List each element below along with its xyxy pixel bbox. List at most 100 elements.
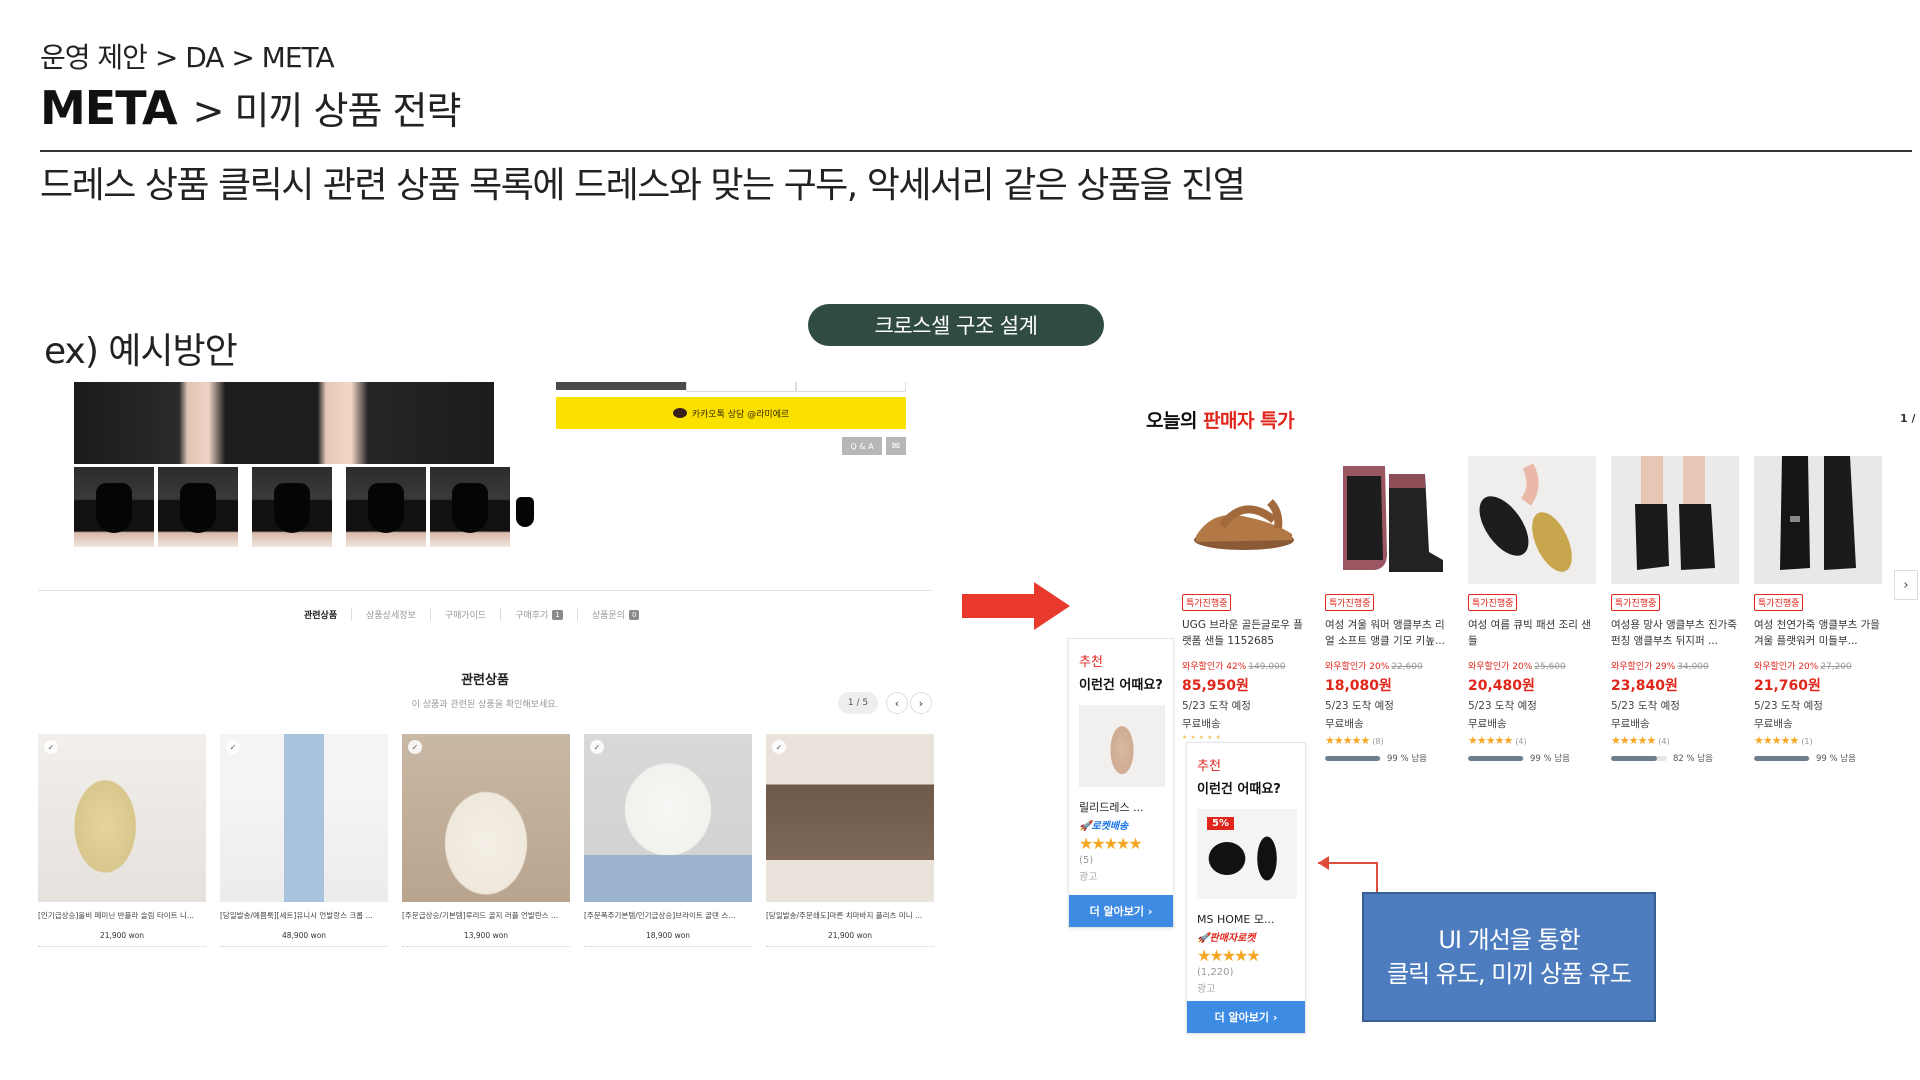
product-image[interactable] <box>1182 456 1310 584</box>
option-tab-active[interactable] <box>556 382 686 390</box>
product-thumbnail[interactable] <box>514 467 536 547</box>
learn-more-button[interactable]: 더 알아보기 › <box>1069 895 1173 927</box>
product-name[interactable]: 여성 겨울 워머 앵클부츠 리얼 소프트 앵클 기모 키높... <box>1325 617 1453 649</box>
learn-more-label: 더 알아보기 <box>1089 905 1145 918</box>
review-count: (1) <box>1801 737 1813 746</box>
example-label: ex) 예시방안 <box>44 331 238 372</box>
ad-product-image[interactable]: 5% <box>1197 809 1297 899</box>
stock-bar <box>1325 755 1381 761</box>
ad-label: 광고 <box>1079 872 1098 883</box>
review-count: (4) <box>1658 737 1670 746</box>
deal-card[interactable]: 특가진행중 여성 여름 큐빅 패션 조리 샌들 와우할인가 20% 25,600 … <box>1468 456 1596 764</box>
product-image[interactable]: ✓ <box>220 734 388 902</box>
product-image[interactable]: ✓ <box>584 734 752 902</box>
product-image[interactable] <box>1754 456 1882 584</box>
seller-rocket-badge: 🚀판매자로켓 <box>1197 929 1305 944</box>
product-thumbnail[interactable] <box>346 467 426 547</box>
option-tab[interactable] <box>796 382 906 392</box>
next-arrow-icon[interactable]: › <box>910 692 932 714</box>
deal-card[interactable]: 특가진행중 여성 겨울 워머 앵클부츠 리얼 소프트 앵클 기모 키높... 와… <box>1325 456 1453 764</box>
product-name[interactable]: [당일발송/예쁨룩][세트]유니시 언발랑스 크롭 ... <box>220 910 388 921</box>
list-item[interactable]: ✓ [당일발송/주문쇄도]마른 치마바지 플리츠 미니 ... 21,900 w… <box>766 734 934 947</box>
product-image[interactable]: ✓ <box>402 734 570 902</box>
product-thumbnail[interactable] <box>158 467 238 547</box>
stock-bar-fill <box>1468 755 1524 761</box>
product-name[interactable]: [주문폭주기본템/인기급상승]브라이트 골덴 스... <box>584 910 752 921</box>
stock-bar-fill <box>1611 755 1657 761</box>
callout-line-1: UI 개선을 통한 <box>1438 926 1580 954</box>
delivery-eta: 5/23 도착 예정 <box>1611 700 1680 712</box>
stock-indicator: 99 % 남음 <box>1325 752 1453 764</box>
deal-badge: 특가진행중 <box>1182 594 1232 611</box>
mail-icon[interactable]: ✉ <box>886 437 906 455</box>
next-arrow-icon[interactable]: › <box>1894 570 1918 600</box>
product-hero-image <box>74 382 494 464</box>
tab-related[interactable]: 관련상품 <box>290 608 353 621</box>
recommend-ad-card[interactable]: 추천 이런건 어때요? 릴리드레스 ... 🚀로켓배송 ★★★★★ (5) 광고… <box>1068 638 1174 928</box>
check-icon[interactable]: ✓ <box>408 740 422 754</box>
option-tabs <box>556 382 906 392</box>
product-name[interactable]: 여성용 망사 앵클부츠 진가죽 펀칭 앵클부츠 뒤지퍼 ... <box>1611 617 1739 649</box>
tab-reviews[interactable]: 구매후기 1 <box>501 608 578 621</box>
ad-product-image[interactable] <box>1079 705 1165 787</box>
prev-arrow-icon[interactable]: ‹ <box>886 692 908 714</box>
star-icons: ★★★★★ <box>1611 734 1656 747</box>
list-item[interactable]: ✓ [당일발송/예쁨룩][세트]유니시 언발랑스 크롭 ... 48,900 w… <box>220 734 388 947</box>
product-image[interactable] <box>1325 456 1453 584</box>
kakao-consult-button[interactable]: 카카오톡 상담 @라미에르 <box>556 397 906 429</box>
product-name[interactable]: 여성 천연가죽 앵클부츠 가을겨울 플랫워커 미들부... <box>1754 617 1882 649</box>
star-icons: ★★★★★ <box>1754 734 1799 747</box>
product-name[interactable]: [주문급상승/기본템]루리드 골지 러플 언발란스 ... <box>402 910 570 921</box>
ad-product-name[interactable]: 릴리드레스 ... <box>1079 799 1173 815</box>
check-icon[interactable]: ✓ <box>44 740 58 754</box>
page-indicator: 1 / <box>1900 412 1916 425</box>
stock-label: 99 % 남음 <box>1816 754 1856 764</box>
list-item[interactable]: ✓ [인기급상승]올비 페미닌 반플라 슬림 타이트 니... 21,900 w… <box>38 734 206 947</box>
sandal-image <box>1194 499 1294 550</box>
original-price: 25,600 <box>1534 662 1566 672</box>
check-icon[interactable]: ✓ <box>772 740 786 754</box>
rocket-icon: 🚀 <box>1197 933 1210 944</box>
product-image[interactable] <box>1611 456 1739 584</box>
product-name[interactable]: [인기급상승]올비 페미닌 반플라 슬림 타이트 니... <box>38 910 206 921</box>
qa-button[interactable]: Q & A <box>842 437 882 455</box>
delivery-eta: 5/23 도착 예정 <box>1468 700 1537 712</box>
product-name[interactable]: [당일발송/주문쇄도]마른 치마바지 플리츠 미니 ... <box>766 910 934 921</box>
discount-rate: 와우할인가 29% <box>1611 662 1676 672</box>
list-item[interactable]: ✓ [주문폭주기본템/인기급상승]브라이트 골덴 스... 18,900 won <box>584 734 752 947</box>
ad-product-name[interactable]: MS HOME 모... <box>1197 911 1305 927</box>
arrow-right-icon <box>962 582 1070 630</box>
original-price: 34,000 <box>1677 662 1709 672</box>
product-thumbnail[interactable] <box>252 467 332 547</box>
deal-title-prefix: 오늘의 <box>1146 410 1204 432</box>
tab-inquiry[interactable]: 상품문의 0 <box>578 608 654 621</box>
product-name[interactable]: 여성 여름 큐빅 패션 조리 샌들 <box>1468 617 1596 649</box>
rocket-icon: 🚀 <box>1079 821 1092 832</box>
tab-detail[interactable]: 상품상세정보 <box>352 608 431 621</box>
tab-guide[interactable]: 구매가이드 <box>431 608 502 621</box>
ad-recommend-label: 추천 <box>1197 759 1221 774</box>
product-image[interactable] <box>1468 456 1596 584</box>
discount-label: 와우할인가 20% 25,600 <box>1468 659 1596 672</box>
product-image[interactable]: ✓ <box>38 734 206 902</box>
check-icon[interactable]: ✓ <box>590 740 604 754</box>
learn-more-label: 더 알아보기 <box>1214 1011 1270 1024</box>
original-price: 27,200 <box>1820 662 1852 672</box>
deal-card[interactable]: 특가진행중 UGG 브라운 골든글로우 플랫폼 샌들 1152685 와우할인가… <box>1182 456 1310 741</box>
recommend-ad-card-improved[interactable]: 추천 이런건 어때요? 5% MS HOME 모... 🚀판매자로켓 ★★★★★… <box>1186 742 1306 1034</box>
product-thumbnail[interactable] <box>74 467 154 547</box>
product-image[interactable]: ✓ <box>766 734 934 902</box>
check-icon[interactable]: ✓ <box>226 740 240 754</box>
rating-stars: ★★★★★ (4) <box>1611 734 1739 747</box>
list-item[interactable]: ✓ [주문급상승/기본템]루리드 골지 러플 언발란스 ... 13,900 w… <box>402 734 570 947</box>
product-price: 48,900 won <box>281 931 327 940</box>
option-tab[interactable] <box>686 382 796 392</box>
product-thumbnail[interactable] <box>430 467 510 547</box>
deal-card[interactable]: 특가진행중 여성용 망사 앵클부츠 진가죽 펀칭 앵클부츠 뒤지퍼 ... 와우… <box>1611 456 1739 764</box>
stock-indicator: 99 % 남음 <box>1754 752 1882 764</box>
discount-rate: 와우할인가 20% <box>1754 662 1819 672</box>
product-name[interactable]: UGG 브라운 골든글로우 플랫폼 샌들 1152685 <box>1182 617 1310 649</box>
learn-more-button[interactable]: 더 알아보기 › <box>1187 1001 1305 1033</box>
deal-card[interactable]: 특가진행중 여성 천연가죽 앵클부츠 가을겨울 플랫워커 미들부... 와우할인… <box>1754 456 1882 764</box>
title-sub: > 미끼 상품 전략 <box>192 89 462 133</box>
